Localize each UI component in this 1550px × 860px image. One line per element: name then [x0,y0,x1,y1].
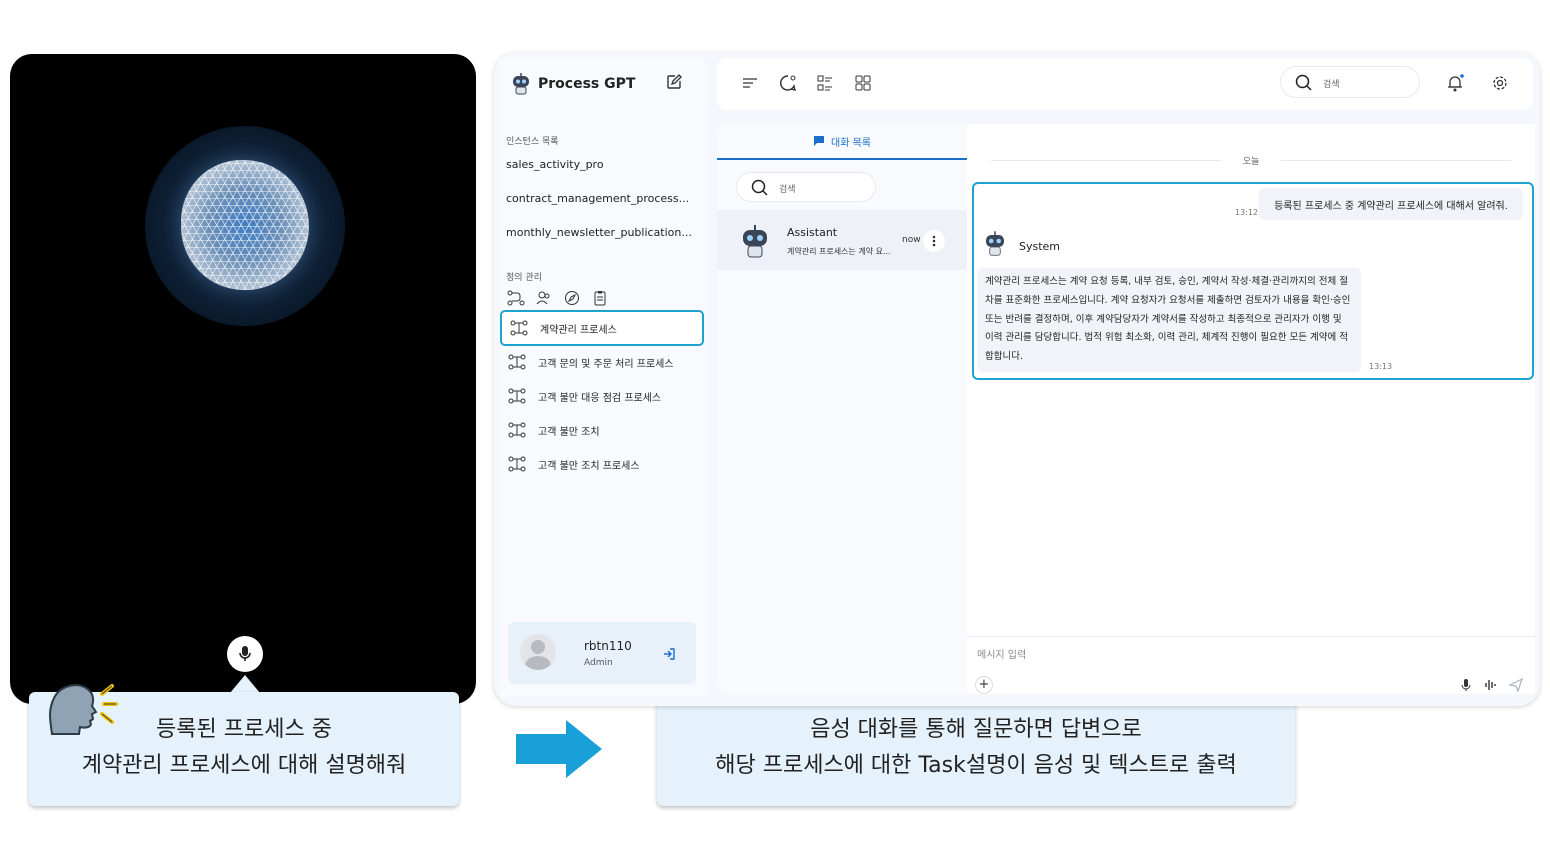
definition-label: 고객 불만 대응 점검 프로세스 [538,392,662,404]
conversation-preview: 계약관리 프로세스는 계약 요... [787,247,891,256]
user-card[interactable]: rbtn110 Admin [508,622,696,684]
tab-label: 대화 목록 [831,137,871,149]
definition-item[interactable]: 고객 문의 및 주문 처리 프로세스 [500,344,704,380]
chat-icon[interactable] [779,74,797,92]
message-input[interactable]: 메시지 입력 [977,646,1026,661]
logo[interactable]: Process GPT [510,72,635,96]
list-icon[interactable] [816,74,834,92]
divider [1281,160,1511,161]
speaking-head-icon [49,684,118,735]
sidebar: Process GPT 인스턴스 목록 sales_activity_pro c… [500,58,706,696]
voice-wave-icon[interactable] [1483,677,1499,693]
app-title: Process GPT [538,76,636,92]
definition-label: 고객 불만 조치 프로세스 [538,460,640,472]
robot-avatar-icon [986,231,1004,256]
caption-line2: 해당 프로세스에 대한 Task설명이 음성 및 텍스트로 출력 [715,753,1237,778]
instance-item[interactable]: sales_activity_pro [506,158,692,171]
definition-toolbar [507,290,609,306]
process-icon [508,388,526,404]
user-message-time: 13:12 [1235,208,1259,217]
logout-icon[interactable] [662,647,676,661]
menu-icon[interactable] [741,74,759,92]
mic-button[interactable] [227,636,263,672]
process-icon [508,456,526,472]
search-icon [751,179,768,196]
definition-label: 계약관리 프로세스 [540,324,617,336]
system-name: System [1019,240,1061,253]
conversation-item[interactable]: Assistant 계약관리 프로세스는 계약 요... now [717,210,967,270]
caption-line1: 음성 대화를 통해 질문하면 답변으로 [810,717,1142,742]
more-options-button[interactable] [923,230,945,252]
instance-item[interactable]: monthly_newsletter_publication... [506,226,692,239]
robot-avatar-icon [743,225,767,258]
tab-conversations[interactable]: 대화 목록 [717,124,967,160]
search-placeholder: 검색 [1323,80,1340,90]
search-input[interactable]: 검색 [1280,66,1420,98]
more-vertical-icon [932,235,936,247]
conversation-list: 대화 목록 검색 Assistant 계약관리 프로세스는 계약 요... no… [717,124,967,694]
definition-label: 고객 불만 조치 [538,426,600,438]
edit-icon[interactable] [666,74,682,90]
search-placeholder: 검색 [779,185,796,195]
instances-label: 인스턴스 목록 [506,137,559,147]
process-icon[interactable] [507,290,525,306]
arrow-right-icon [516,720,602,778]
process-icon [510,320,528,336]
gear-icon[interactable] [1491,74,1509,92]
search-icon [1295,74,1312,91]
users-icon[interactable] [535,290,553,306]
robot-logo-icon [513,73,529,95]
divider [967,636,1535,637]
user-name: rbtn110 [584,639,632,653]
definition-item[interactable]: 고객 불만 대응 점검 프로세스 [500,378,704,414]
instance-item[interactable]: contract_management_process... [506,192,692,205]
conversation-search-input[interactable]: 검색 [736,172,876,202]
definitions-label: 정의 관리 [506,273,542,283]
voice-orb [181,160,309,290]
conversation-name: Assistant [787,226,838,239]
clipboard-icon[interactable] [591,290,609,306]
result-caption-bubble: 음성 대화를 통해 질문하면 답변으로 해당 프로세스에 대한 Task설명이 … [657,692,1295,806]
conversation-time: now [902,235,921,245]
voice-panel [10,54,476,704]
system-message-time: 13:13 [1369,362,1393,371]
definition-item-contract[interactable]: 계약관리 프로세스 [500,310,704,346]
bubble-tail [230,675,260,693]
avatar [520,634,556,670]
chat-panel: 오늘 13:12 등록된 프로세스 중 계약관리 프로세스에 대해서 알려줘. … [967,124,1535,694]
compass-icon[interactable] [563,290,581,306]
user-message: 등록된 프로세스 중 계약관리 프로세스에 대해서 알려줘. [1259,188,1523,220]
mic-icon[interactable] [1458,677,1474,693]
mic-icon [239,646,251,661]
bell-icon[interactable] [1445,74,1465,92]
process-icon [508,422,526,438]
voice-request-line2: 계약관리 프로세스에 대해 설명해줘 [81,753,407,778]
add-attachment-button[interactable]: + [975,676,993,694]
definition-label: 고객 문의 및 주문 처리 프로세스 [538,358,674,370]
grid-icon[interactable] [854,74,872,92]
definition-item[interactable]: 고객 불만 조치 프로세스 [500,446,704,482]
send-icon[interactable] [1508,677,1524,693]
user-role: Admin [584,658,613,668]
definition-item[interactable]: 고객 불만 조치 [500,412,704,448]
process-icon [508,354,526,370]
chat-bubble-icon [814,136,824,146]
system-message: 계약관리 프로세스는 계약 요청 등록, 내부 검토, 승인, 계약서 작성·체… [977,268,1361,372]
top-bar: 검색 [717,58,1533,110]
app-window: Process GPT 인스턴스 목록 sales_activity_pro c… [494,52,1540,706]
